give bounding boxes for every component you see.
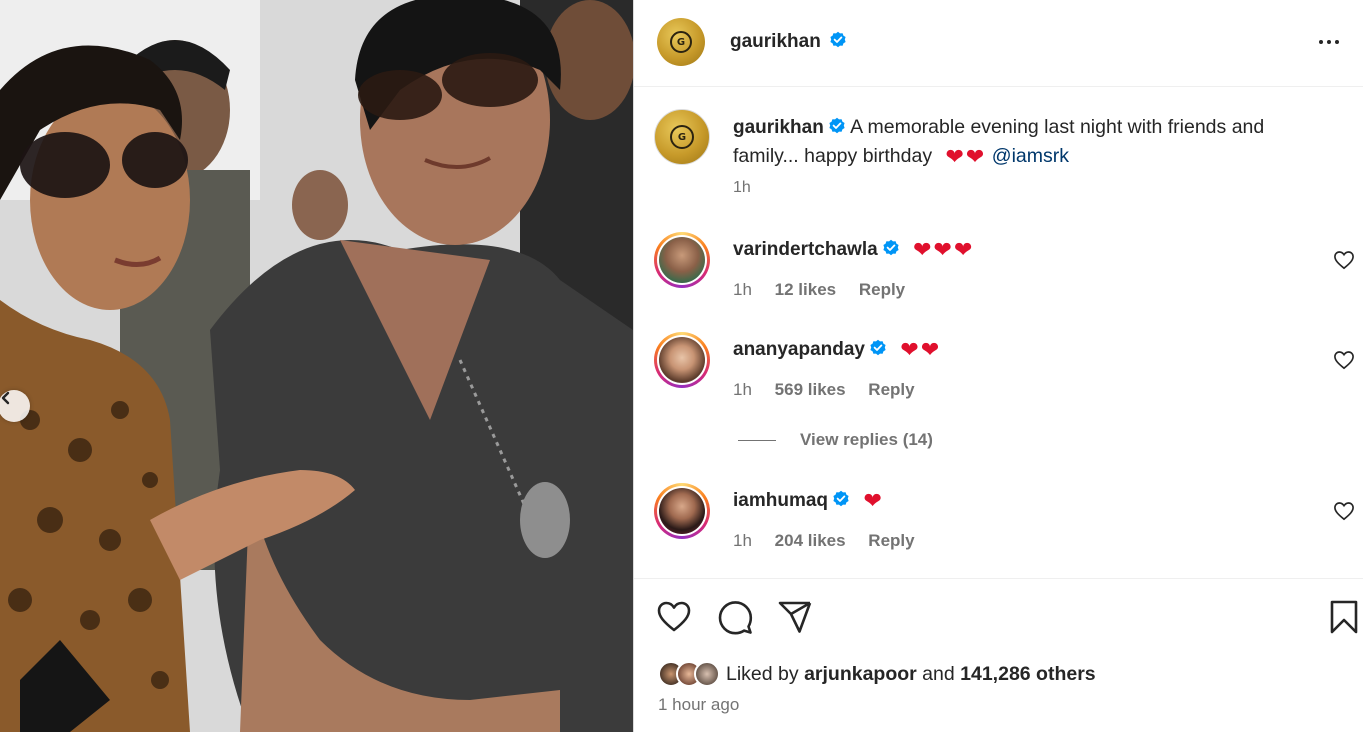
caption-username[interactable]: gaurikhan: [733, 117, 824, 138]
comment-time: 1h: [733, 280, 752, 299]
author-avatar[interactable]: G: [657, 18, 705, 66]
share-icon[interactable]: [777, 599, 813, 635]
comment-time: 1h: [733, 380, 752, 399]
comment-line: iamhumaq ❤: [733, 489, 884, 514]
verified-badge-icon: [883, 239, 899, 256]
post-actions: Liked by arjunkapoor and 141,286 others …: [634, 578, 1363, 732]
commenter-avatar[interactable]: [654, 483, 710, 539]
comment-meta: 1h 204 likes Reply: [733, 531, 933, 551]
comment-item: varindertchawla ❤❤❤ 1h 12 likes Reply: [634, 230, 1363, 310]
author-username[interactable]: gaurikhan: [730, 31, 821, 52]
post-photo-illustration: [0, 0, 633, 732]
comment-likes[interactable]: 204 likes: [775, 531, 846, 550]
liker-avatar: [694, 661, 720, 687]
comment-line: varindertchawla ❤❤❤: [733, 238, 974, 263]
post-header: G gaurikhan: [634, 0, 1363, 87]
heart-icon[interactable]: [1333, 350, 1355, 370]
caption-text-block: gaurikhan A memorable evening last night…: [733, 113, 1333, 172]
comment-meta: 1h 569 likes Reply: [733, 380, 933, 400]
comment-item: iamhumaq ❤ 1h 204 likes Reply: [634, 481, 1363, 561]
liked-by-user-link[interactable]: arjunkapoor: [804, 663, 917, 685]
post-image: [0, 0, 633, 732]
commenter-avatar[interactable]: [654, 232, 710, 288]
comment-icon[interactable]: [717, 599, 753, 635]
comment-time: 1h: [733, 531, 752, 550]
liked-by-others-link[interactable]: 141,286 others: [960, 663, 1096, 685]
heart-icon[interactable]: [1333, 250, 1355, 270]
heart-icon[interactable]: [1333, 501, 1355, 521]
post-timestamp[interactable]: 1 hour ago: [658, 695, 739, 715]
comment-likes[interactable]: 12 likes: [775, 280, 836, 299]
reply-button[interactable]: Reply: [868, 380, 914, 399]
liked-by-text: Liked by arjunkapoor and 141,286 others: [726, 663, 1096, 686]
more-options-icon[interactable]: [1315, 28, 1343, 56]
comment-item: ananyapanday ❤❤ 1h 569 likes Reply: [634, 330, 1363, 410]
chevron-left-icon: [1, 391, 10, 405]
verified-badge-icon: [829, 117, 845, 134]
verified-badge-icon: [830, 31, 846, 48]
comment-username[interactable]: ananyapanday: [733, 339, 865, 360]
caption-avatar[interactable]: G: [654, 109, 710, 165]
replies-divider: [738, 439, 776, 441]
view-replies-button[interactable]: View replies (14): [738, 430, 933, 450]
heart-icon[interactable]: [656, 599, 692, 635]
comment-username[interactable]: iamhumaq: [733, 490, 828, 511]
logo-glyph: G: [670, 31, 692, 53]
comment-meta: 1h 12 likes Reply: [733, 280, 923, 300]
comment-hearts: ❤❤: [900, 338, 942, 363]
verified-badge-icon: [833, 490, 849, 507]
comment-likes[interactable]: 569 likes: [775, 380, 846, 399]
caption-time: 1h: [733, 179, 751, 196]
caption-hearts: ❤❤: [945, 145, 987, 170]
comment-hearts: ❤❤❤: [913, 238, 975, 263]
reply-button[interactable]: Reply: [859, 280, 905, 299]
comment-line: ananyapanday ❤❤: [733, 338, 941, 363]
bookmark-icon[interactable]: [1326, 599, 1362, 635]
reply-button[interactable]: Reply: [868, 531, 914, 550]
comment-username[interactable]: varindertchawla: [733, 239, 878, 260]
liked-by-prefix: Liked by: [726, 662, 799, 685]
comment-hearts: ❤: [863, 489, 884, 514]
verified-badge-icon: [870, 339, 886, 356]
commenter-avatar[interactable]: [654, 332, 710, 388]
view-replies-label: View replies (14): [800, 430, 933, 449]
liked-by-middle: and: [922, 662, 955, 685]
caption-logo-glyph: G: [670, 125, 694, 149]
caption-mention-link[interactable]: @iamsrk: [992, 145, 1069, 167]
liked-by-row: Liked by arjunkapoor and 141,286 others: [658, 661, 1096, 687]
post-side-panel: G gaurikhan G gaurikhan A memorable even…: [634, 0, 1363, 732]
